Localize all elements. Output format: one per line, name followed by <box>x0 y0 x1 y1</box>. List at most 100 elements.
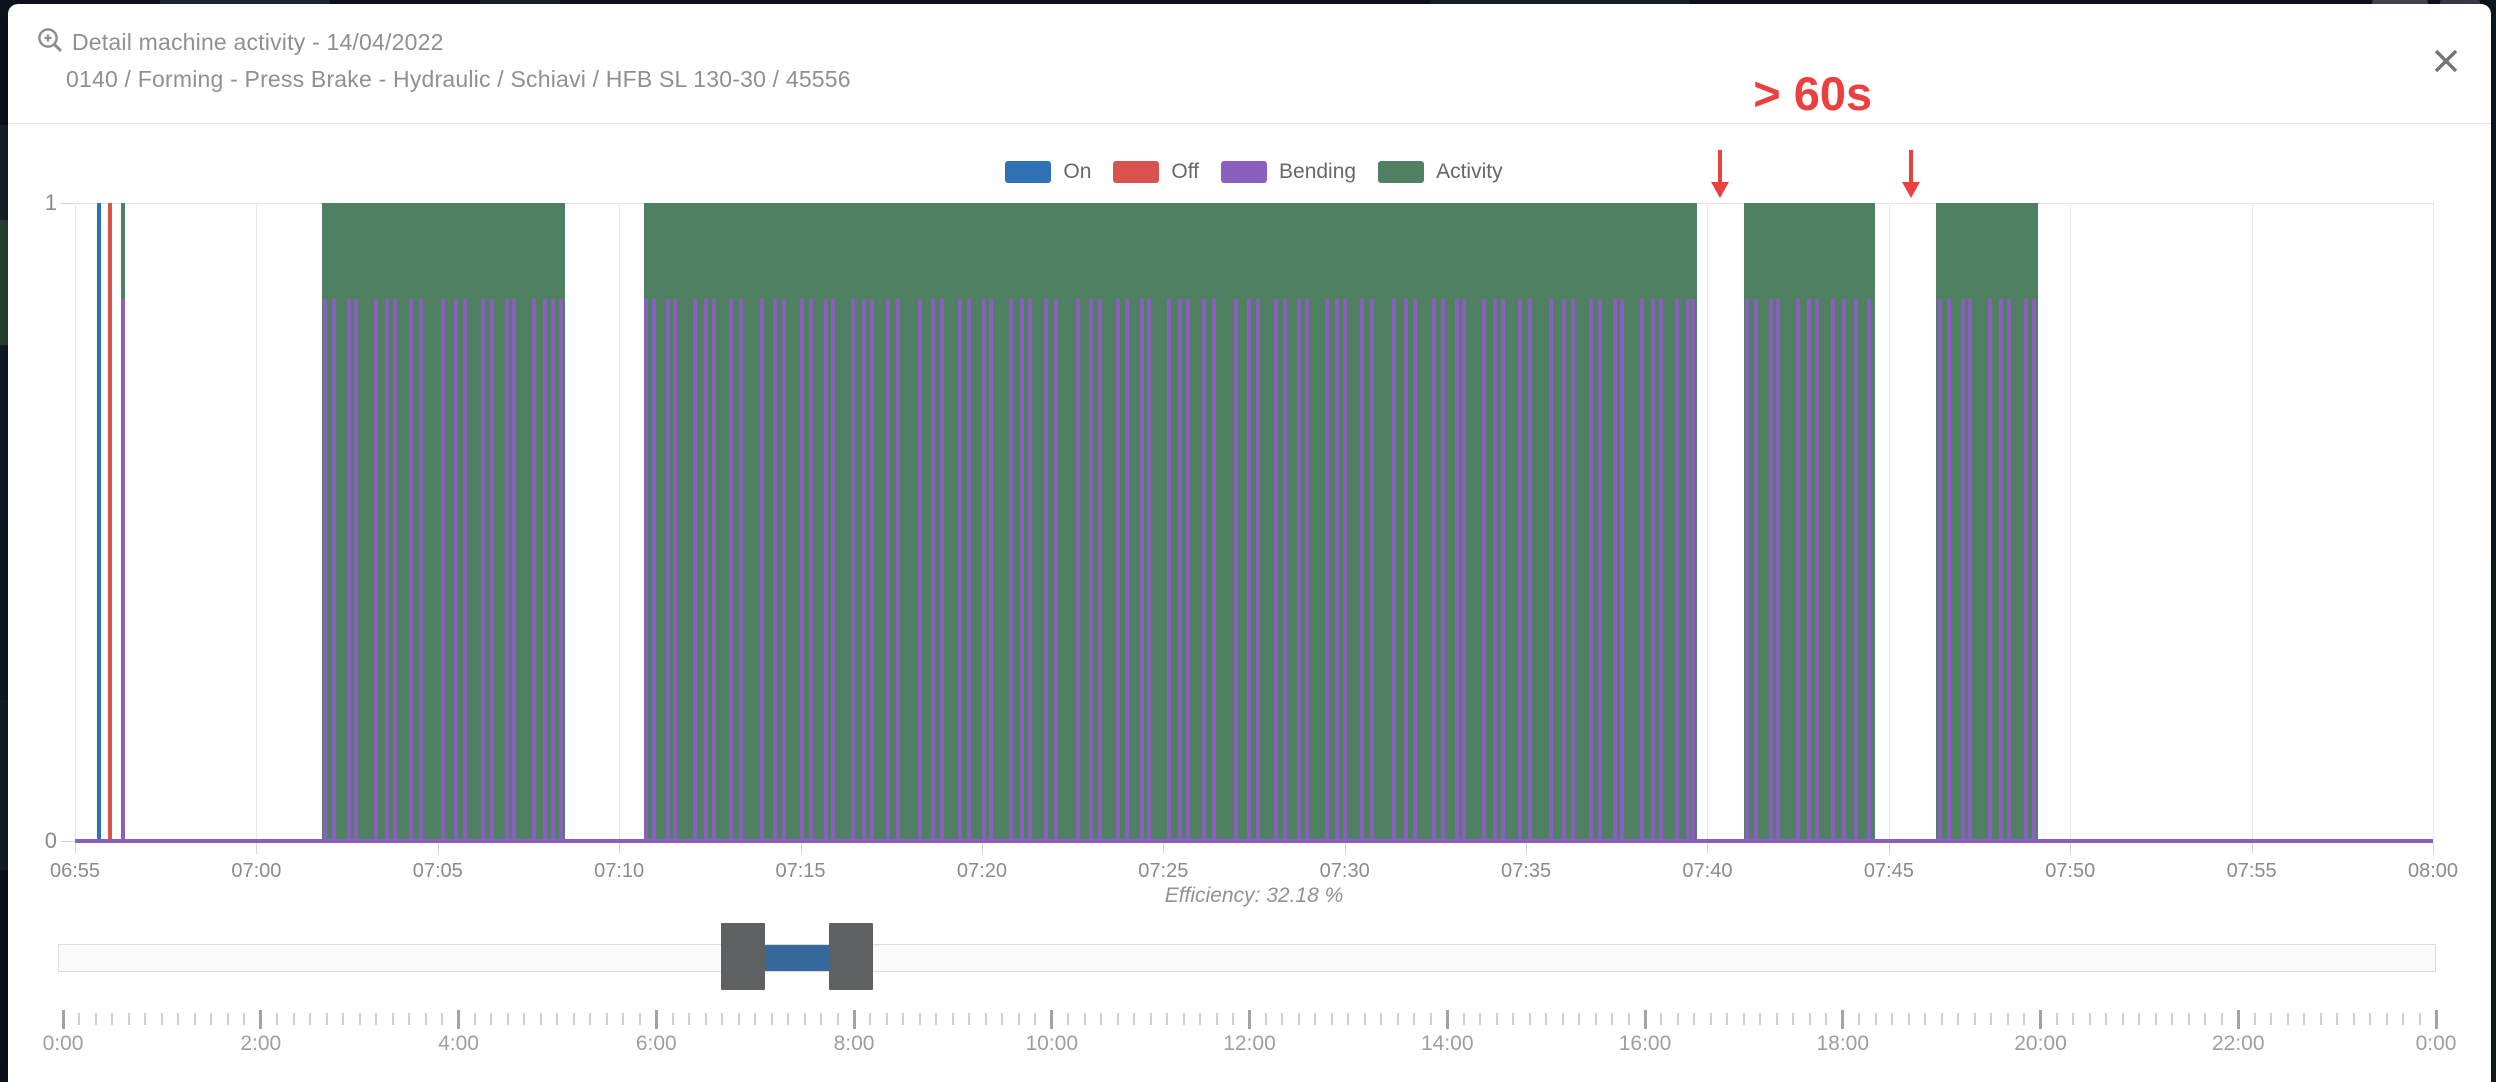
bending-bar <box>673 299 677 841</box>
ruler-minor-tick <box>1809 1013 1811 1025</box>
ruler-minor-tick <box>869 1013 871 1025</box>
ruler-minor-tick <box>787 1013 789 1025</box>
x-axis-label: 07:05 <box>393 860 483 883</box>
ruler-major-tick <box>457 1010 460 1029</box>
bending-bar <box>982 299 986 841</box>
bending-bar <box>323 299 327 841</box>
ruler-minor-tick <box>507 1013 509 1025</box>
x-axis-label: 07:20 <box>937 860 1027 883</box>
ruler-minor-tick <box>2155 1013 2157 1025</box>
ruler-major-tick <box>655 1010 658 1029</box>
sidebar-segment <box>0 0 8 125</box>
ruler-minor-tick <box>2320 1013 2322 1025</box>
bending-bar <box>1493 299 1497 841</box>
bending-bar <box>967 299 971 841</box>
bending-bar <box>1089 299 1093 841</box>
ruler-minor-tick <box>985 1013 987 1025</box>
modal-subtitle: 0140 / Forming - Press Brake - Hydraulic… <box>66 66 851 93</box>
legend-item: On <box>1005 160 1091 184</box>
ruler-minor-tick <box>425 1013 427 1025</box>
ruler-minor-tick <box>392 1013 394 1025</box>
ruler-minor-tick <box>1183 1013 1185 1025</box>
bending-bar <box>481 299 485 841</box>
ruler-minor-tick <box>2287 1013 2289 1025</box>
ruler-minor-tick <box>309 1013 311 1025</box>
ruler-minor-tick <box>639 1013 641 1025</box>
navigator-right-handle[interactable] <box>829 923 873 990</box>
ruler-minor-tick <box>1199 1013 1201 1025</box>
navigator-left-handle[interactable] <box>721 923 765 990</box>
ruler-major-tick <box>1841 1010 1844 1029</box>
bending-bar <box>1009 299 1013 841</box>
arrow-head <box>1711 182 1729 198</box>
ruler-minor-tick <box>1413 1013 1415 1025</box>
ruler-minor-tick <box>293 1013 295 1025</box>
bending-bar <box>490 299 494 841</box>
ruler-minor-tick <box>1776 1013 1778 1025</box>
ruler-minor-tick <box>886 1013 888 1025</box>
ruler-minor-tick <box>1298 1013 1300 1025</box>
ruler-minor-tick <box>721 1013 723 1025</box>
ruler-label: 6:00 <box>611 1032 701 1056</box>
legend-item: Off <box>1113 160 1199 184</box>
ruler-minor-tick <box>441 1013 443 1025</box>
bending-bar <box>931 299 935 841</box>
bending-bar <box>354 299 358 841</box>
ruler-major-tick <box>853 1010 856 1029</box>
ruler-minor-tick <box>573 1013 575 1025</box>
x-axis-tick <box>2433 842 2434 854</box>
ruler-minor-tick <box>1216 1013 1218 1025</box>
y-axis-tick <box>61 203 74 204</box>
ruler-major-tick <box>1644 1010 1647 1029</box>
bending-bar <box>1432 299 1436 841</box>
activity-chart-plot[interactable]: 01 <box>75 203 2433 842</box>
ruler-minor-tick <box>2254 1013 2256 1025</box>
sidebar-segment <box>0 700 8 870</box>
y-axis-label: 0 <box>23 828 57 854</box>
close-button[interactable] <box>2429 44 2463 78</box>
legend-label: Bending <box>1279 160 1356 184</box>
close-icon <box>2429 44 2463 78</box>
ruler-minor-tick <box>1067 1013 1069 1025</box>
x-axis-tick <box>1707 842 1708 854</box>
x-axis-label: 06:55 <box>30 860 120 883</box>
bending-bar <box>809 299 813 841</box>
ruler-minor-tick <box>2369 1013 2371 1025</box>
ruler-minor-tick <box>177 1013 179 1025</box>
arrow-stem <box>1909 150 1913 182</box>
bending-bar <box>773 299 777 841</box>
arrow-head <box>1902 182 1920 198</box>
ruler-minor-tick <box>375 1013 377 1025</box>
navigator-track[interactable] <box>58 944 2436 972</box>
ruler-minor-tick <box>227 1013 229 1025</box>
ruler-minor-tick <box>2221 1013 2223 1025</box>
x-axis-tick <box>256 842 257 854</box>
ruler-minor-tick <box>1166 1013 1168 1025</box>
x-axis-label: 07:10 <box>574 860 664 883</box>
bending-bar <box>940 299 944 841</box>
x-axis-label: 07:50 <box>2025 860 2115 883</box>
ruler-minor-tick <box>672 1013 674 1025</box>
bending-bar <box>1140 299 1144 841</box>
y-axis-label: 1 <box>23 190 57 216</box>
arrow-stem <box>1718 150 1722 182</box>
bending-bar <box>831 299 835 841</box>
bending-bar <box>1528 299 1532 841</box>
bending-bar <box>1147 299 1151 841</box>
ruler-minor-tick <box>837 1013 839 1025</box>
ruler-minor-tick <box>2270 1013 2272 1025</box>
bending-bar <box>824 299 828 841</box>
bending-baseline <box>75 839 2433 843</box>
bending-bar <box>1297 299 1301 841</box>
bending-bar <box>1754 299 1758 841</box>
ruler-minor-tick <box>1496 1013 1498 1025</box>
ruler-minor-tick <box>1858 1013 1860 1025</box>
bending-bar <box>1098 299 1102 841</box>
navigator-selection-bar[interactable] <box>765 945 828 971</box>
ruler-label: 4:00 <box>414 1032 504 1056</box>
bending-bar <box>1549 299 1553 841</box>
bending-bar <box>1651 299 1655 841</box>
bending-bar <box>1745 299 1749 841</box>
bending-bar <box>512 299 516 841</box>
ruler-minor-tick <box>1628 1013 1630 1025</box>
